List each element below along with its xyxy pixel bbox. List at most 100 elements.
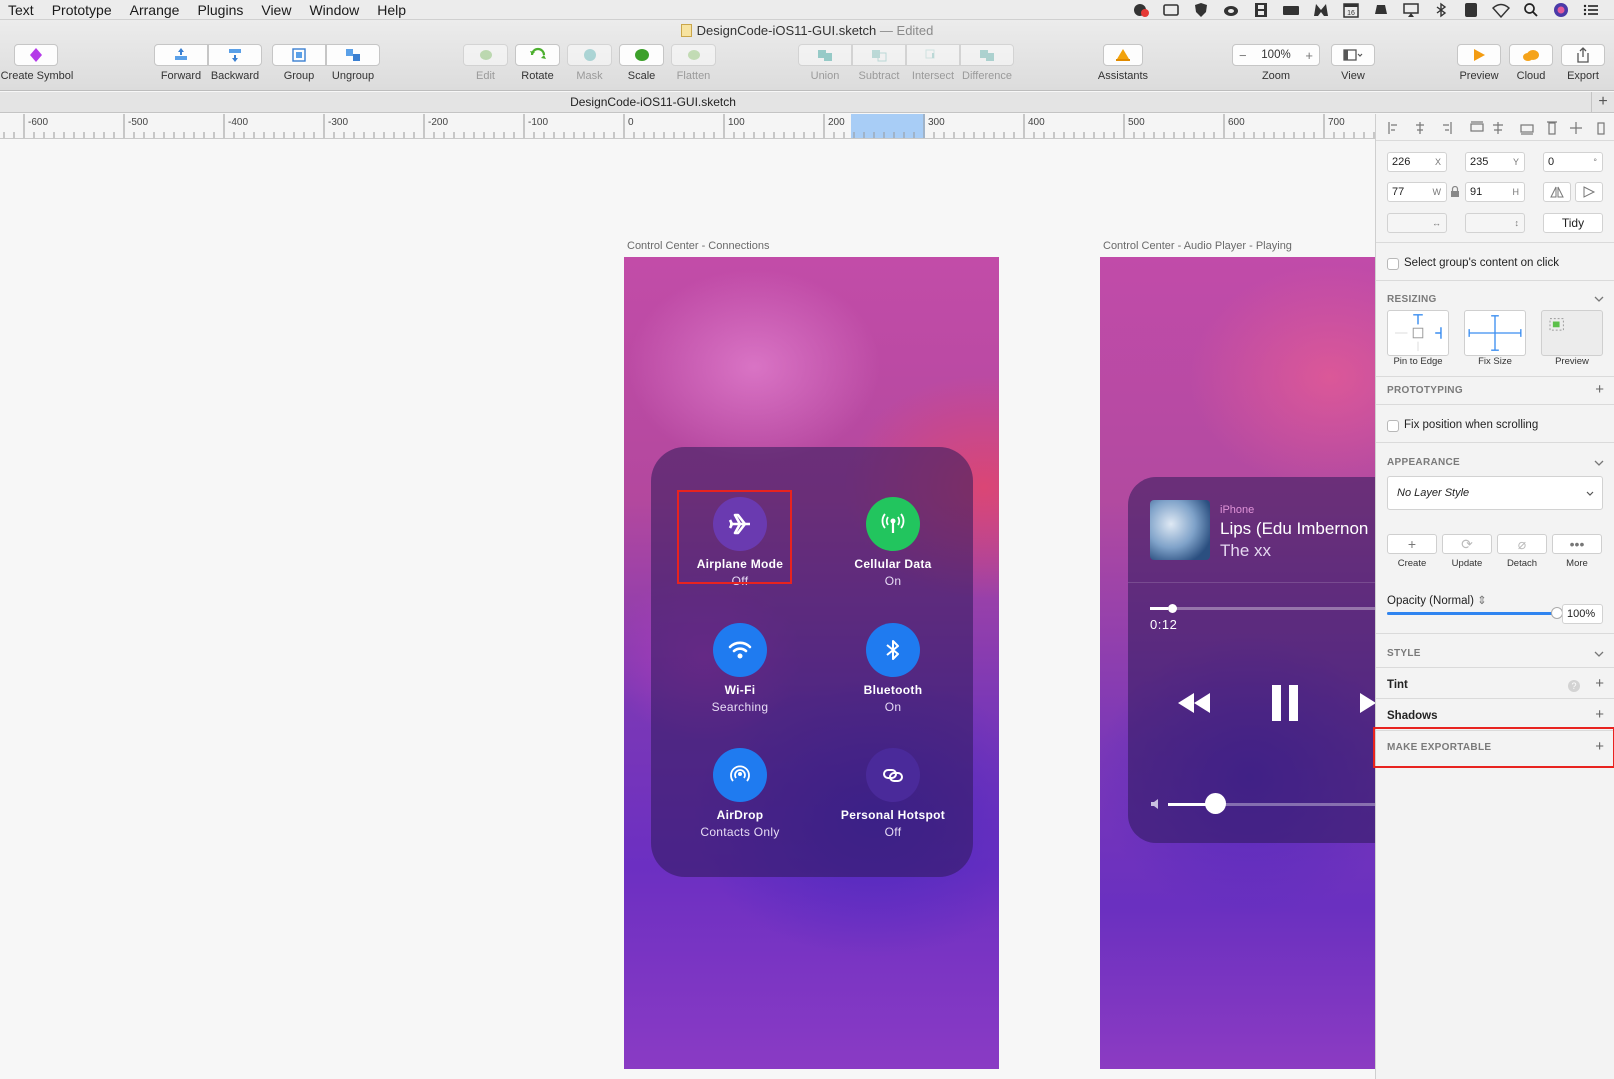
notification-badge-icon[interactable] (1126, 2, 1156, 18)
flatten-button[interactable] (671, 44, 716, 66)
pin-to-edge-control[interactable] (1387, 310, 1449, 356)
calendar-icon[interactable]: 16 (1336, 2, 1366, 18)
more-style-button[interactable]: ••• (1552, 534, 1602, 554)
fast-forward-icon[interactable] (1360, 691, 1375, 715)
bluetooth-toggle[interactable] (866, 623, 920, 677)
forward-button[interactable] (154, 44, 208, 66)
chevron-down-icon[interactable] (1594, 294, 1604, 304)
rotation-field[interactable]: 0 ° (1543, 152, 1603, 172)
list-icon[interactable] (1576, 2, 1606, 18)
zoom-out-icon[interactable]: − (1239, 48, 1247, 63)
add-prototyping-icon[interactable]: + (1595, 382, 1604, 397)
menu-view[interactable]: View (261, 2, 291, 18)
playback-scrubber[interactable] (1150, 604, 1375, 613)
rotate-button[interactable] (515, 44, 560, 66)
create-symbol-button[interactable] (14, 44, 58, 66)
wifi-tile[interactable]: Wi-Fi Searching (665, 623, 815, 714)
volume-knob[interactable] (1205, 793, 1226, 814)
edit-button[interactable] (463, 44, 508, 66)
flip-vertical-button[interactable] (1575, 182, 1603, 202)
chevron-down-icon[interactable] (1594, 649, 1604, 659)
personal-hotspot-tile[interactable]: Personal Hotspot Off (818, 748, 968, 839)
wifi-toggle[interactable] (713, 623, 767, 677)
spacing-vertical-field[interactable]: ↕ (1465, 213, 1525, 233)
spacing-horizontal-field[interactable]: ↔ (1387, 213, 1447, 233)
flip-horizontal-button[interactable] (1543, 182, 1571, 202)
app-icon[interactable] (1456, 2, 1486, 18)
rewind-icon[interactable] (1176, 691, 1212, 715)
opacity-label[interactable]: Opacity (Normal) ⇕ (1387, 593, 1487, 607)
intersect-button[interactable] (906, 44, 960, 66)
cloud-button[interactable] (1509, 44, 1553, 66)
tab-document[interactable]: DesignCode-iOS11-GUI.sketch (0, 95, 1306, 109)
artboard-label-connections[interactable]: Control Center - Connections (627, 240, 769, 252)
personal-hotspot-toggle[interactable] (866, 748, 920, 802)
cellular-data-tile[interactable]: Cellular Data On (818, 497, 968, 588)
alignment-icons[interactable] (1387, 120, 1605, 136)
subtract-button[interactable] (852, 44, 906, 66)
menu-help[interactable]: Help (377, 2, 406, 18)
scrubber-knob[interactable] (1168, 604, 1177, 613)
select-group-content-checkbox[interactable] (1387, 258, 1399, 270)
cellular-data-toggle[interactable] (866, 497, 920, 551)
group-button[interactable] (272, 44, 326, 66)
layer-style-dropdown[interactable]: No Layer Style (1387, 476, 1603, 510)
audio-player-panel[interactable]: iPhone Lips (Edu Imbernon The xx 0:12 (1128, 477, 1375, 843)
malwarebytes-icon[interactable] (1306, 2, 1336, 18)
bluetooth-tile[interactable]: Bluetooth On (818, 623, 968, 714)
ungroup-button[interactable] (326, 44, 380, 66)
canvas[interactable]: Control Center - Connections Airplane Mo… (0, 140, 1375, 1079)
backward-button[interactable] (208, 44, 262, 66)
chevron-down-icon[interactable] (1594, 458, 1604, 468)
opacity-slider[interactable] (1387, 607, 1563, 619)
menu-text[interactable]: Text (8, 2, 34, 18)
drive-icon[interactable] (1366, 2, 1396, 18)
siri-icon[interactable] (1546, 2, 1576, 18)
union-button[interactable] (798, 44, 852, 66)
view-button[interactable] (1331, 44, 1375, 66)
lock-icon[interactable] (1450, 186, 1460, 198)
bluetooth-icon[interactable] (1426, 2, 1456, 18)
add-tint-icon[interactable]: + (1595, 676, 1604, 691)
fix-size-control[interactable] (1464, 310, 1526, 356)
airplay-icon[interactable] (1396, 2, 1426, 18)
menu-plugins[interactable]: Plugins (197, 2, 243, 18)
wifi-icon[interactable] (1486, 2, 1516, 18)
update-style-button[interactable]: ⟳ (1442, 534, 1492, 554)
zoom-in-icon[interactable]: + (1305, 48, 1313, 63)
opacity-field[interactable]: 100% (1562, 604, 1603, 624)
fix-position-checkbox[interactable] (1387, 420, 1399, 432)
x-position-field[interactable]: 226 X (1387, 152, 1447, 172)
y-position-field[interactable]: 235 Y (1465, 152, 1525, 172)
dock-icon[interactable] (1276, 2, 1306, 18)
airdrop-tile[interactable]: AirDrop Contacts Only (665, 748, 815, 839)
add-tab-button[interactable]: + (1591, 92, 1614, 113)
zoom-control[interactable]: − 100% + (1232, 44, 1320, 66)
add-shadow-icon[interactable]: + (1595, 707, 1604, 722)
film-icon[interactable] (1246, 2, 1276, 18)
tidy-button[interactable]: Tidy (1543, 213, 1603, 233)
difference-button[interactable] (960, 44, 1014, 66)
scale-button[interactable] (619, 44, 664, 66)
shield-icon[interactable] (1186, 2, 1216, 18)
create-style-button[interactable]: + (1387, 534, 1437, 554)
horizontal-ruler[interactable]: -600 -500 -400 -300 -200 -100 0 100 200 … (0, 114, 1375, 139)
volume-slider[interactable] (1168, 803, 1375, 806)
mask-button[interactable] (567, 44, 612, 66)
export-button[interactable] (1561, 44, 1605, 66)
artboard-connections[interactable]: Airplane Mode Off Cellular Data On Wi-Fi… (624, 257, 999, 1069)
artboard-audio-player[interactable]: iPhone Lips (Edu Imbernon The xx 0:12 (1100, 257, 1375, 1069)
width-field[interactable]: 77 W (1387, 182, 1447, 202)
creative-cloud-icon[interactable] (1216, 2, 1246, 18)
detach-style-button[interactable]: ⌀ (1497, 534, 1547, 554)
menu-arrange[interactable]: Arrange (130, 2, 180, 18)
assistants-button[interactable] (1103, 44, 1143, 66)
height-field[interactable]: 91 H (1465, 182, 1525, 202)
menu-window[interactable]: Window (309, 2, 359, 18)
pause-icon[interactable] (1270, 685, 1300, 721)
preview-button[interactable] (1457, 44, 1501, 66)
help-icon[interactable]: ? (1568, 680, 1580, 692)
airdrop-toggle[interactable] (713, 748, 767, 802)
search-icon[interactable] (1516, 2, 1546, 18)
menu-prototype[interactable]: Prototype (52, 2, 112, 18)
